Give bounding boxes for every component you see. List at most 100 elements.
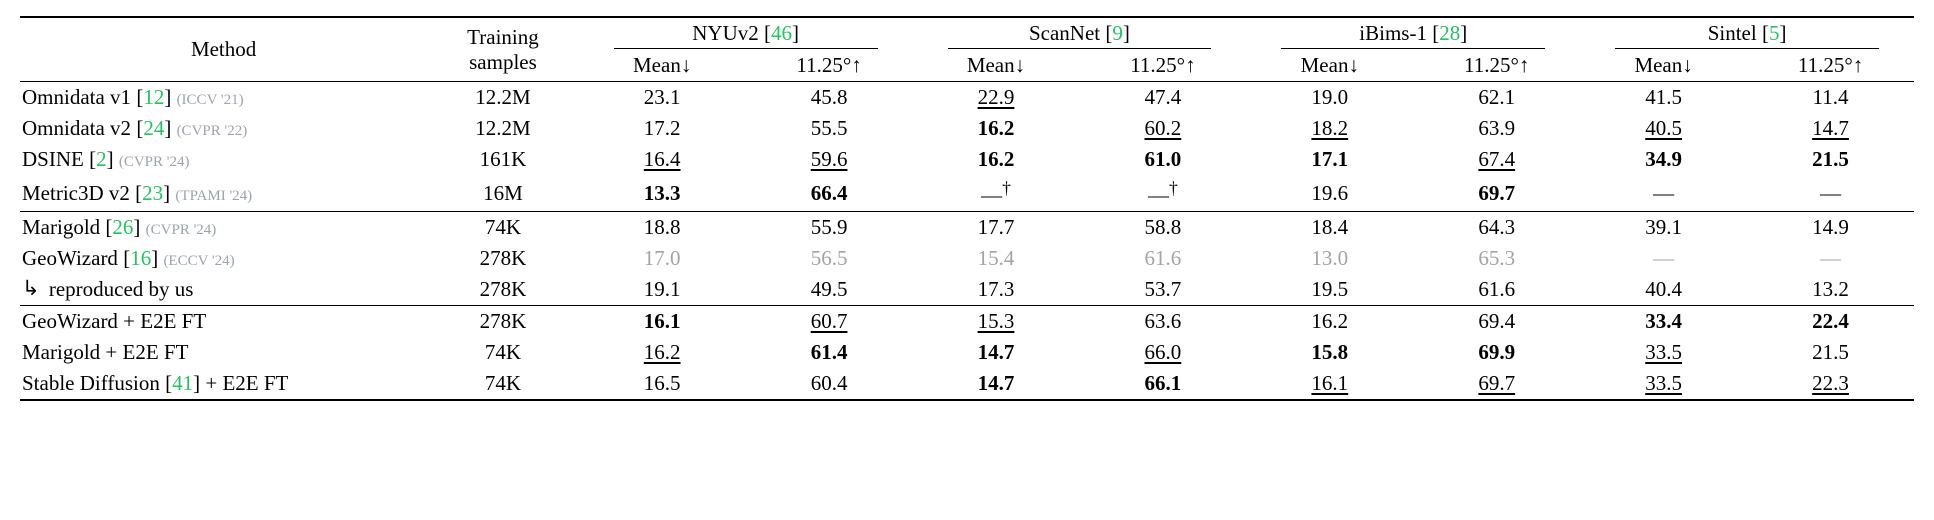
metric-cell: 18.8 bbox=[579, 212, 746, 244]
table-row: GeoWizard + E2E FT278K16.160.715.363.616… bbox=[20, 306, 1914, 338]
metric-cell: —† bbox=[1079, 175, 1246, 212]
metric-value: 18.2 bbox=[1311, 116, 1348, 140]
metric-cell: 17.0 bbox=[579, 243, 746, 274]
metric-value: — bbox=[981, 183, 1002, 207]
citation-ref[interactable]: 2 bbox=[96, 147, 107, 171]
metric-cell: 64.3 bbox=[1413, 212, 1580, 244]
samples-cell: 74K bbox=[427, 337, 579, 368]
metric-value: 34.9 bbox=[1645, 147, 1682, 171]
citation-ref[interactable]: 46 bbox=[771, 21, 792, 45]
metric-cell: 16.2 bbox=[913, 144, 1080, 175]
metric-value: — bbox=[1653, 181, 1674, 205]
method-name: DSINE bbox=[22, 147, 84, 171]
metric-value: 16.2 bbox=[978, 147, 1015, 171]
citation-ref[interactable]: 26 bbox=[112, 215, 133, 239]
metric-value: 59.6 bbox=[811, 147, 848, 171]
metric-cell: 19.6 bbox=[1246, 175, 1413, 212]
table-row: Marigold + E2E FT74K16.261.414.766.015.8… bbox=[20, 337, 1914, 368]
metric-value: 22.3 bbox=[1812, 371, 1849, 395]
metric-cell: 13.0 bbox=[1246, 243, 1413, 274]
metric-value: 17.7 bbox=[978, 215, 1015, 239]
metric-value: 15.8 bbox=[1311, 340, 1348, 364]
metric-cell: 59.6 bbox=[746, 144, 913, 175]
dataset-name: iBims-1 bbox=[1359, 21, 1427, 45]
indent-hook-icon: ↳ bbox=[22, 276, 40, 301]
samples-cell: 161K bbox=[427, 144, 579, 175]
results-table: MethodTrainingsamplesNYUv2 [46]ScanNet [… bbox=[20, 16, 1914, 401]
metric-cell: 14.7 bbox=[913, 368, 1080, 400]
metric-value: 47.4 bbox=[1145, 85, 1182, 109]
metric-value: 18.4 bbox=[1311, 215, 1348, 239]
method-name: Stable Diffusion bbox=[22, 371, 160, 395]
metric-cell: 33.5 bbox=[1580, 368, 1747, 400]
metric-cell: 53.7 bbox=[1079, 274, 1246, 306]
metric-value: 40.4 bbox=[1645, 277, 1682, 301]
metric-value: 69.4 bbox=[1478, 309, 1515, 333]
citation-ref[interactable]: 24 bbox=[143, 116, 164, 140]
metric-cell: 60.2 bbox=[1079, 113, 1246, 144]
metric-cell: 16.4 bbox=[579, 144, 746, 175]
citation-ref[interactable]: 5 bbox=[1769, 21, 1780, 45]
metric-cell: 21.5 bbox=[1747, 144, 1914, 175]
metric-cell: 13.2 bbox=[1747, 274, 1914, 306]
samples-cell: 12.2M bbox=[427, 82, 579, 114]
venue-label: (CVPR '24) bbox=[119, 154, 190, 170]
metric-value: 67.4 bbox=[1478, 147, 1515, 171]
metric-cell: 33.4 bbox=[1580, 306, 1747, 338]
citation-ref[interactable]: 28 bbox=[1439, 21, 1460, 45]
samples-cell: 278K bbox=[427, 243, 579, 274]
metric-cell: 17.1 bbox=[1246, 144, 1413, 175]
table-row: GeoWizard [16] (ECCV '24)278K17.056.515.… bbox=[20, 243, 1914, 274]
metric-value: 18.8 bbox=[644, 215, 681, 239]
metric-cell: 16.2 bbox=[1246, 306, 1413, 338]
citation-ref[interactable]: 23 bbox=[142, 181, 163, 205]
table-row: Stable Diffusion [41] + E2E FT74K16.560.… bbox=[20, 368, 1914, 400]
table-row: Omnidata v2 [24] (CVPR '22)12.2M17.255.5… bbox=[20, 113, 1914, 144]
method-name: Marigold + E2E FT bbox=[22, 340, 188, 364]
metric-value: 22.9 bbox=[978, 85, 1015, 109]
col-mean: Mean↓ bbox=[1246, 51, 1413, 82]
citation-ref[interactable]: 16 bbox=[130, 246, 151, 270]
metric-value: 55.5 bbox=[811, 116, 848, 140]
method-cell: GeoWizard [16] (ECCV '24) bbox=[20, 243, 427, 274]
metric-value: 65.3 bbox=[1478, 246, 1515, 270]
metric-value: 69.9 bbox=[1478, 340, 1515, 364]
metric-cell: 39.1 bbox=[1580, 212, 1747, 244]
metric-value: 16.2 bbox=[978, 116, 1015, 140]
metric-value: 22.4 bbox=[1812, 309, 1849, 333]
col-mean: Mean↓ bbox=[913, 51, 1080, 82]
table-row: Omnidata v1 [12] (ICCV '21)12.2M23.145.8… bbox=[20, 82, 1914, 114]
metric-value: 61.6 bbox=[1145, 246, 1182, 270]
citation-ref[interactable]: 9 bbox=[1112, 21, 1123, 45]
method-name: GeoWizard + E2E FT bbox=[22, 309, 206, 333]
metric-value: 17.1 bbox=[1311, 147, 1348, 171]
metric-value: 13.0 bbox=[1311, 246, 1348, 270]
dagger-icon: † bbox=[1169, 178, 1178, 198]
method-cell: ↳ reproduced by us bbox=[20, 274, 427, 306]
metric-cell: 60.7 bbox=[746, 306, 913, 338]
metric-cell: 14.7 bbox=[913, 337, 1080, 368]
metric-value: 15.3 bbox=[978, 309, 1015, 333]
metric-cell: 41.5 bbox=[1580, 82, 1747, 114]
table-header: MethodTrainingsamplesNYUv2 [46]ScanNet [… bbox=[20, 17, 1914, 82]
method-cell: Metric3D v2 [23] (TPAMI '24) bbox=[20, 175, 427, 212]
metric-cell: 16.2 bbox=[579, 337, 746, 368]
metric-value: 60.2 bbox=[1145, 116, 1182, 140]
metric-cell: 69.4 bbox=[1413, 306, 1580, 338]
citation-ref[interactable]: 12 bbox=[143, 85, 164, 109]
metric-cell: 22.3 bbox=[1747, 368, 1914, 400]
table-body: Omnidata v1 [12] (ICCV '21)12.2M23.145.8… bbox=[20, 82, 1914, 401]
metric-cell: 45.8 bbox=[746, 82, 913, 114]
citation-ref[interactable]: 41 bbox=[172, 371, 193, 395]
method-cell: GeoWizard + E2E FT bbox=[20, 306, 427, 338]
metric-cell: 19.5 bbox=[1246, 274, 1413, 306]
dataset-header: iBims-1 [28] bbox=[1246, 17, 1580, 51]
metric-cell: 11.4 bbox=[1747, 82, 1914, 114]
metric-cell: — bbox=[1747, 175, 1914, 212]
metric-cell: 66.0 bbox=[1079, 337, 1246, 368]
metric-value: 14.7 bbox=[978, 340, 1015, 364]
metric-cell: 56.5 bbox=[746, 243, 913, 274]
metric-cell: 14.9 bbox=[1747, 212, 1914, 244]
metric-cell: 61.6 bbox=[1413, 274, 1580, 306]
metric-value: 16.1 bbox=[644, 309, 681, 333]
